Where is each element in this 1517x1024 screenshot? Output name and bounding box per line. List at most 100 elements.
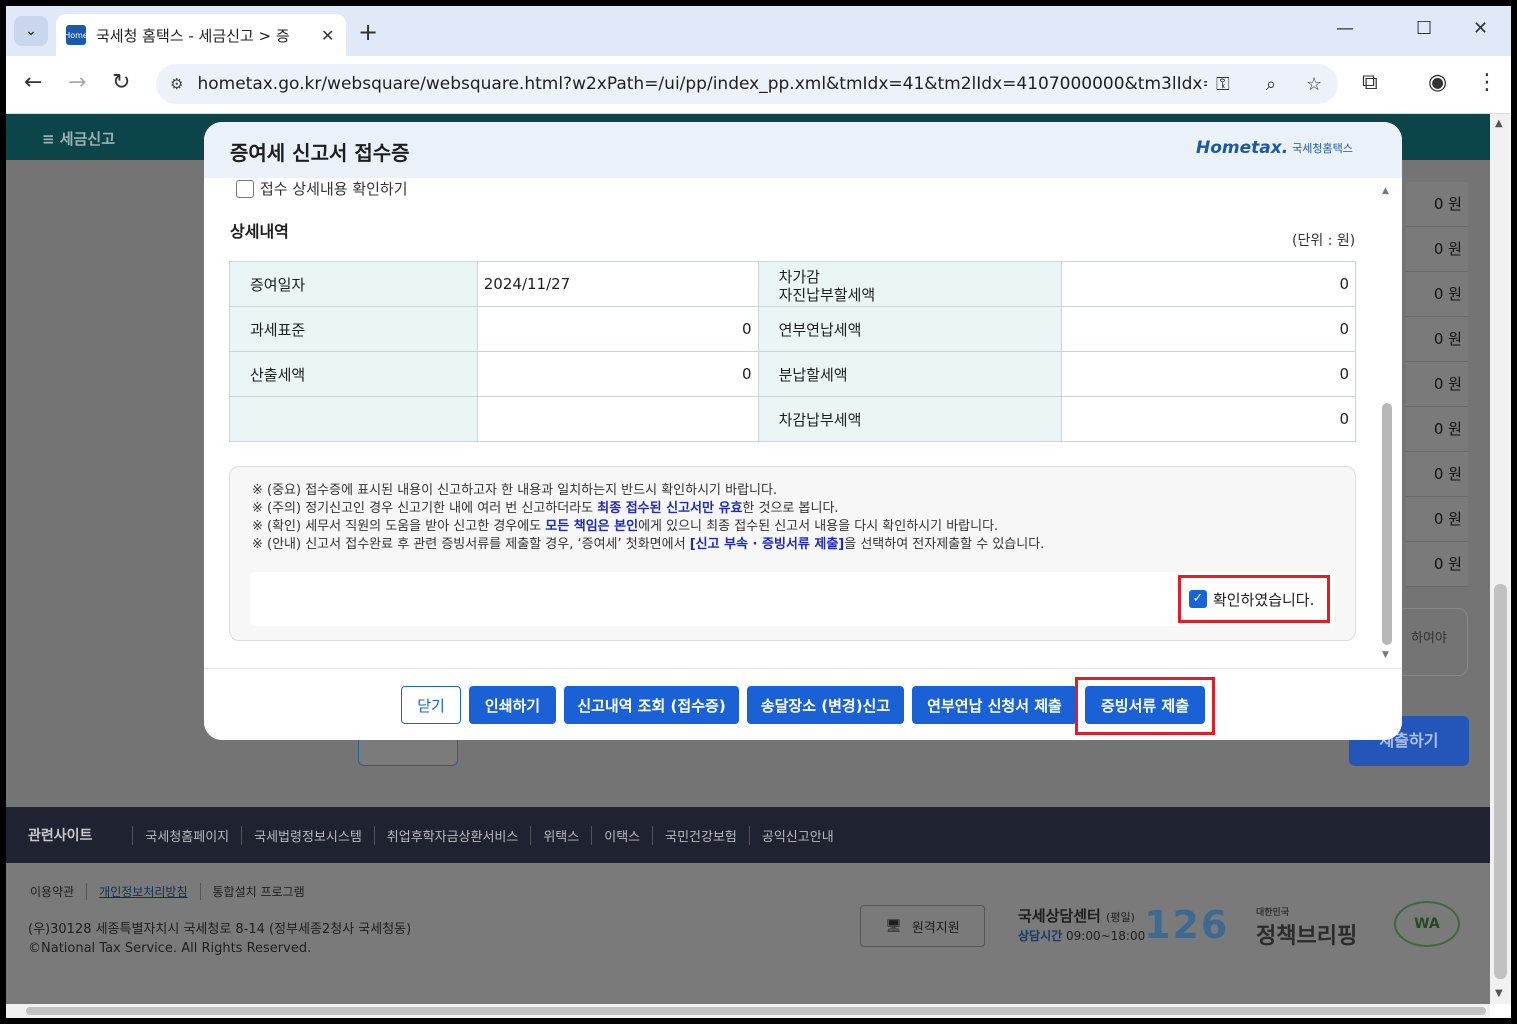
page-horizontal-scrollbar[interactable] bbox=[6, 1004, 1490, 1018]
gift-date-value: 2024/11/27 bbox=[476, 261, 759, 307]
tab-close-icon[interactable]: ✕ bbox=[321, 26, 334, 45]
scrollbar-thumb[interactable] bbox=[1382, 403, 1392, 645]
amount-list: 0 원 0 원 0 원 0 원 0 원 0 원 0 원 0 원 0 원 bbox=[1406, 182, 1468, 587]
table-row: 증여일자 2024/11/27 차가감 자진납부할세액 0 bbox=[229, 261, 1356, 307]
table-row: 과세표준 0 연부연납세액 0 bbox=[229, 306, 1356, 352]
address-change-button[interactable]: 송달장소 (변경)신고 bbox=[747, 686, 904, 724]
split-payment-label: 분납할세액 bbox=[757, 351, 1063, 397]
tab-search-dropdown[interactable]: ⌄ bbox=[14, 16, 48, 46]
empty-label bbox=[229, 396, 478, 442]
amount-item: 0 원 bbox=[1406, 452, 1468, 497]
installment-submit-button[interactable]: 연부연납 신청서 제출 bbox=[912, 686, 1077, 724]
related-link[interactable]: 국민건강보험 bbox=[652, 825, 749, 845]
notice-line: ※ (확인) 세무서 직원의 도움을 받아 신고한 경우에도 모든 책임은 본인… bbox=[252, 519, 999, 534]
tab-bar: ⌄ Home 국세청 홈택스 - 세금신고 > 증 ✕ + — ☐ ✕ bbox=[6, 6, 1511, 56]
reload-icon[interactable]: ↻ bbox=[112, 70, 130, 95]
amount-item: 0 원 bbox=[1406, 407, 1468, 452]
checkmark-icon[interactable]: ✓ bbox=[1189, 590, 1207, 608]
password-key-icon[interactable]: ⚿ bbox=[1216, 74, 1230, 95]
empty-value bbox=[476, 396, 759, 442]
bookmark-star-icon[interactable]: ☆ bbox=[1306, 74, 1322, 95]
footer-links: 이용약관 개인정보처리방침 통합설치 프로그램 bbox=[30, 883, 317, 900]
forward-icon[interactable]: → bbox=[68, 70, 86, 95]
browser-toolbar: ← → ↻ ⚙ hometax.go.kr/websquare/websquar… bbox=[6, 56, 1511, 114]
table-row: 차감납부세액 0 bbox=[229, 396, 1356, 442]
privacy-policy-link[interactable]: 개인정보처리방침 bbox=[86, 883, 199, 900]
modal-body: 접수 상세내용 확인하기 상세내역 (단위 : 원) 증여일자 2024/11/… bbox=[204, 178, 1402, 668]
notice-line: ※ (주의) 정기신고인 경우 신고기한 내에 여러 번 신고하더라도 최종 접… bbox=[252, 501, 839, 516]
history-button[interactable]: 신고내역 조회 (접수증) bbox=[564, 686, 739, 724]
related-link[interactable]: 국세청홈페이지 bbox=[132, 825, 241, 845]
remote-support-label: 원격지원 bbox=[911, 920, 960, 936]
related-sites-bar: 관련사이트 국세청홈페이지 국세법령정보시스템 취업후학자금상환서비스 위택스 … bbox=[6, 807, 1490, 863]
related-link[interactable]: 취업후학자금상환서비스 bbox=[373, 825, 531, 845]
detail-checkbox[interactable] bbox=[236, 179, 254, 198]
policy-briefing-logo[interactable]: 대한민국 정책브리핑 bbox=[1256, 905, 1357, 950]
confirm-label: 확인하였습니다. bbox=[1213, 590, 1315, 609]
installment-tax-value: 0 bbox=[1061, 306, 1356, 352]
scrollbar-thumb[interactable] bbox=[1494, 584, 1507, 979]
url-text[interactable]: hometax.go.kr/websquare/websquare.html?w… bbox=[197, 74, 1207, 94]
scroll-up-icon[interactable]: ▲ bbox=[1495, 118, 1503, 129]
notice-line: ※ (안내) 신고서 접수완료 후 관련 증빙서류를 제출할 경우, ‘증여세’… bbox=[252, 537, 1045, 552]
related-link[interactable]: 위택스 bbox=[530, 825, 591, 845]
modal-scrollbar[interactable]: ▲ ▼ bbox=[1380, 178, 1394, 668]
address-bar[interactable]: ⚙ hometax.go.kr/websquare/websquare.html… bbox=[156, 64, 1338, 104]
calculated-tax-value: 0 bbox=[476, 351, 759, 397]
notice-line: ※ (중요) 접수증에 표시된 내용이 신고하고자 한 내용과 일치하는지 반드… bbox=[252, 483, 778, 498]
zoom-icon[interactable]: ⌕ bbox=[1266, 74, 1276, 95]
install-program-link[interactable]: 통합설치 프로그램 bbox=[199, 883, 317, 900]
section-title: 상세내역 bbox=[230, 222, 289, 241]
site-info-icon[interactable]: ⚙ bbox=[170, 75, 183, 93]
footer-copyright: ©National Tax Service. All Rights Reserv… bbox=[28, 941, 312, 956]
modal-header: 증여세 신고서 접수증 Hometax. 국세청홈택스 bbox=[204, 122, 1402, 178]
scrollbar-thumb[interactable] bbox=[26, 1007, 1486, 1015]
amount-item: 0 원 bbox=[1406, 272, 1468, 317]
monitor-icon: 🖥 bbox=[885, 918, 902, 934]
chevron-down-icon: ⌄ bbox=[25, 23, 37, 39]
remote-support-button[interactable]: 🖥 원격지원 bbox=[860, 905, 985, 947]
call-center-title: 국세상담센터 (평일) bbox=[1018, 907, 1135, 925]
unit-label: (단위 : 원) bbox=[1292, 233, 1356, 249]
tab-title: 국세청 홈택스 - 세금신고 > 증 bbox=[96, 26, 290, 45]
hometax-favicon-icon: Home bbox=[64, 25, 88, 45]
minimize-icon[interactable]: — bbox=[1336, 18, 1354, 39]
confirm-area bbox=[250, 572, 1335, 626]
final-payable-value: 0 bbox=[1061, 396, 1356, 442]
tax-base-value: 0 bbox=[476, 306, 759, 352]
wa-certification-logo: WA bbox=[1394, 901, 1460, 947]
scroll-down-icon[interactable]: ▼ bbox=[1382, 650, 1389, 660]
notice-box: ※ (중요) 접수증에 표시된 내용이 신고하고자 한 내용과 일치하는지 반드… bbox=[229, 466, 1356, 641]
footer-address: (우)30128 세종특별자치시 국세청로 8-14 (정부세종2청사 국세청동… bbox=[28, 922, 412, 937]
calculated-tax-label: 산출세액 bbox=[229, 351, 478, 397]
installment-tax-label: 연부연납세액 bbox=[757, 306, 1063, 352]
related-link[interactable]: 이택스 bbox=[591, 825, 652, 845]
related-link[interactable]: 공익신고안내 bbox=[748, 825, 846, 845]
related-sites-label: 관련사이트 bbox=[28, 828, 93, 844]
browser-tab[interactable]: Home 국세청 홈택스 - 세금신고 > 증 ✕ bbox=[56, 14, 346, 56]
window-close-icon[interactable]: ✕ bbox=[1473, 18, 1488, 39]
footer: 이용약관 개인정보처리방침 통합설치 프로그램 (우)30128 세종특별자치시… bbox=[6, 863, 1490, 1004]
detail-check[interactable]: 접수 상세내용 확인하기 bbox=[236, 178, 408, 199]
maximize-icon[interactable]: ☐ bbox=[1416, 18, 1432, 39]
profile-avatar-icon[interactable]: ◉ bbox=[1428, 70, 1447, 95]
amount-item: 0 원 bbox=[1406, 497, 1468, 542]
split-payment-value: 0 bbox=[1061, 351, 1356, 397]
scroll-down-icon[interactable]: ▼ bbox=[1495, 988, 1503, 999]
menu-kebab-icon[interactable]: ⋮ bbox=[1476, 70, 1498, 95]
modal-title: 증여세 신고서 접수증 bbox=[230, 141, 410, 165]
related-link[interactable]: 국세법령정보시스템 bbox=[241, 825, 374, 845]
print-button[interactable]: 인쇄하기 bbox=[469, 686, 556, 724]
gift-date-label: 증여일자 bbox=[229, 261, 478, 307]
new-tab-icon[interactable]: + bbox=[358, 18, 378, 46]
scroll-up-icon[interactable]: ▲ bbox=[1382, 186, 1389, 196]
extensions-icon[interactable]: ⧉ bbox=[1362, 70, 1378, 95]
modal-footer: 닫기 인쇄하기 신고내역 조회 (접수증) 송달장소 (변경)신고 연부연납 신… bbox=[204, 668, 1402, 740]
receipt-modal: 증여세 신고서 접수증 Hometax. 국세청홈택스 접수 상세내용 확인하기… bbox=[204, 122, 1402, 740]
confirm-checkbox-highlight[interactable]: ✓ 확인하였습니다. bbox=[1178, 575, 1330, 623]
terms-link[interactable]: 이용약관 bbox=[30, 883, 86, 900]
page-vertical-scrollbar[interactable]: ▲ ▼ bbox=[1490, 114, 1511, 1004]
close-button[interactable]: 닫기 bbox=[401, 686, 461, 724]
menu-tax-filing[interactable]: ≡ 세금신고 bbox=[42, 128, 115, 149]
back-icon[interactable]: ← bbox=[24, 70, 42, 95]
